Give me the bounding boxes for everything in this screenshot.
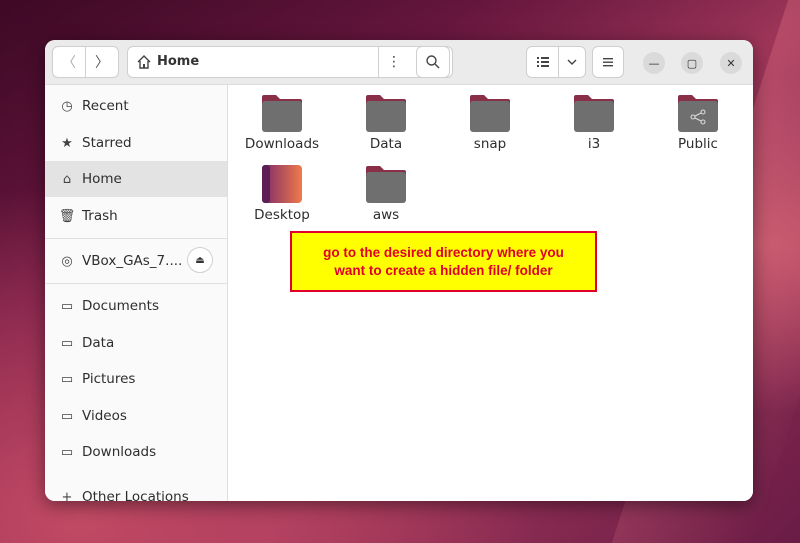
minimize-button[interactable]: —	[643, 52, 665, 74]
sidebar-item-home[interactable]: ⌂ Home	[45, 161, 227, 197]
file-item-data[interactable]: Data	[334, 88, 438, 154]
folder-icon	[366, 95, 406, 132]
sidebar-item-label: Recent	[82, 98, 129, 114]
home-icon	[137, 55, 151, 69]
file-name: Desktop	[254, 207, 310, 223]
header-bar: 〈 〉 Home ⋮ — ▢ ✕	[45, 40, 753, 85]
maximize-button[interactable]: ▢	[681, 52, 703, 74]
main-menu-button[interactable]	[592, 46, 624, 78]
file-item-desktop[interactable]: Desktop	[230, 159, 334, 225]
forward-button[interactable]: 〉	[85, 46, 119, 78]
callout-line-1: go to the desired directory where you	[323, 244, 564, 260]
file-name: snap	[473, 136, 507, 152]
sidebar-item-label: Other Locations	[82, 489, 189, 501]
file-name: aws	[372, 207, 400, 223]
trash-icon: 🗑	[58, 208, 76, 224]
file-name: Downloads	[244, 136, 320, 152]
sidebar-item-documents[interactable]: ▭ Documents	[45, 288, 227, 324]
sidebar-item-label: Videos	[82, 408, 127, 424]
file-item-downloads[interactable]: Downloads	[230, 88, 334, 154]
view-options-dropdown[interactable]	[558, 46, 586, 78]
list-view-button[interactable]	[526, 46, 559, 78]
sidebar-item-trash[interactable]: 🗑 Trash	[45, 198, 227, 234]
instruction-callout: go to the desired directory where you wa…	[290, 231, 597, 292]
hamburger-icon	[603, 58, 613, 67]
sidebar-separator	[45, 238, 227, 239]
sidebar-item-downloads[interactable]: ▭ Downloads	[45, 434, 227, 470]
sidebar-item-label: Downloads	[82, 444, 157, 460]
folder-icon: ▭	[60, 371, 74, 387]
sidebar-item-label: Documents	[82, 298, 159, 314]
back-button[interactable]: 〈	[52, 46, 86, 78]
file-item-i3[interactable]: i3	[542, 88, 646, 154]
close-button[interactable]: ✕	[720, 52, 742, 74]
disc-icon: ◎	[61, 253, 73, 269]
callout-line-2: want to create a hidden file/ folder	[334, 262, 553, 278]
sidebar-item-label: Trash	[82, 208, 118, 224]
folder-icon: ▭	[60, 408, 74, 424]
path-bar[interactable]: Home ⋮	[127, 46, 453, 78]
places-sidebar: ◷ Recent ★ Starred ⌂ Home 🗑 Trash ◎ VBox…	[45, 85, 228, 501]
sidebar-item-pictures[interactable]: ▭ Pictures	[45, 361, 227, 397]
search-icon	[426, 55, 440, 69]
desktop-folder-icon	[262, 165, 302, 203]
path-location-label: Home	[157, 54, 200, 69]
plus-icon: +	[61, 489, 73, 502]
file-name: Data	[369, 136, 403, 152]
sidebar-item-videos[interactable]: ▭ Videos	[45, 398, 227, 434]
file-item-snap[interactable]: snap	[438, 88, 542, 154]
star-icon: ★	[61, 135, 73, 151]
folder-icon	[470, 95, 510, 132]
chevron-down-icon	[567, 59, 577, 65]
file-grid: Downloads Data snap i3 Public Desktop aw…	[228, 85, 753, 501]
folder-icon: ▭	[60, 298, 74, 314]
sidebar-item-label: Pictures	[82, 371, 136, 387]
file-name: i3	[587, 136, 601, 152]
folder-icon: ▭	[60, 444, 74, 460]
file-item-public[interactable]: Public	[646, 88, 750, 154]
folder-icon	[262, 95, 302, 132]
sidebar-item-data[interactable]: ▭ Data	[45, 325, 227, 361]
clock-icon: ◷	[61, 98, 73, 114]
file-name: Public	[678, 136, 718, 152]
file-item-aws[interactable]: aws	[334, 159, 438, 225]
home-icon: ⌂	[62, 171, 72, 187]
sidebar-item-vbox-disc[interactable]: ◎ VBox_GAs_7.... ⏏	[45, 243, 227, 279]
sidebar-item-other-locations[interactable]: + Other Locations	[45, 479, 227, 501]
folder-icon	[366, 166, 406, 203]
folder-icon: ▭	[60, 335, 74, 351]
eject-icon[interactable]: ⏏	[187, 247, 213, 273]
sidebar-item-starred[interactable]: ★ Starred	[45, 125, 227, 161]
path-menu-button[interactable]: ⋮	[378, 47, 409, 77]
sidebar-item-label: Home	[82, 171, 122, 187]
sidebar-item-label: Data	[82, 335, 115, 351]
sidebar-item-recent[interactable]: ◷ Recent	[45, 88, 227, 124]
shared-folder-icon	[678, 95, 718, 132]
sidebar-separator	[45, 283, 227, 284]
search-button[interactable]	[416, 46, 450, 78]
sidebar-item-label: VBox_GAs_7....	[82, 253, 183, 269]
sidebar-item-label: Starred	[82, 135, 132, 151]
list-view-icon	[536, 57, 549, 67]
folder-icon	[574, 95, 614, 132]
